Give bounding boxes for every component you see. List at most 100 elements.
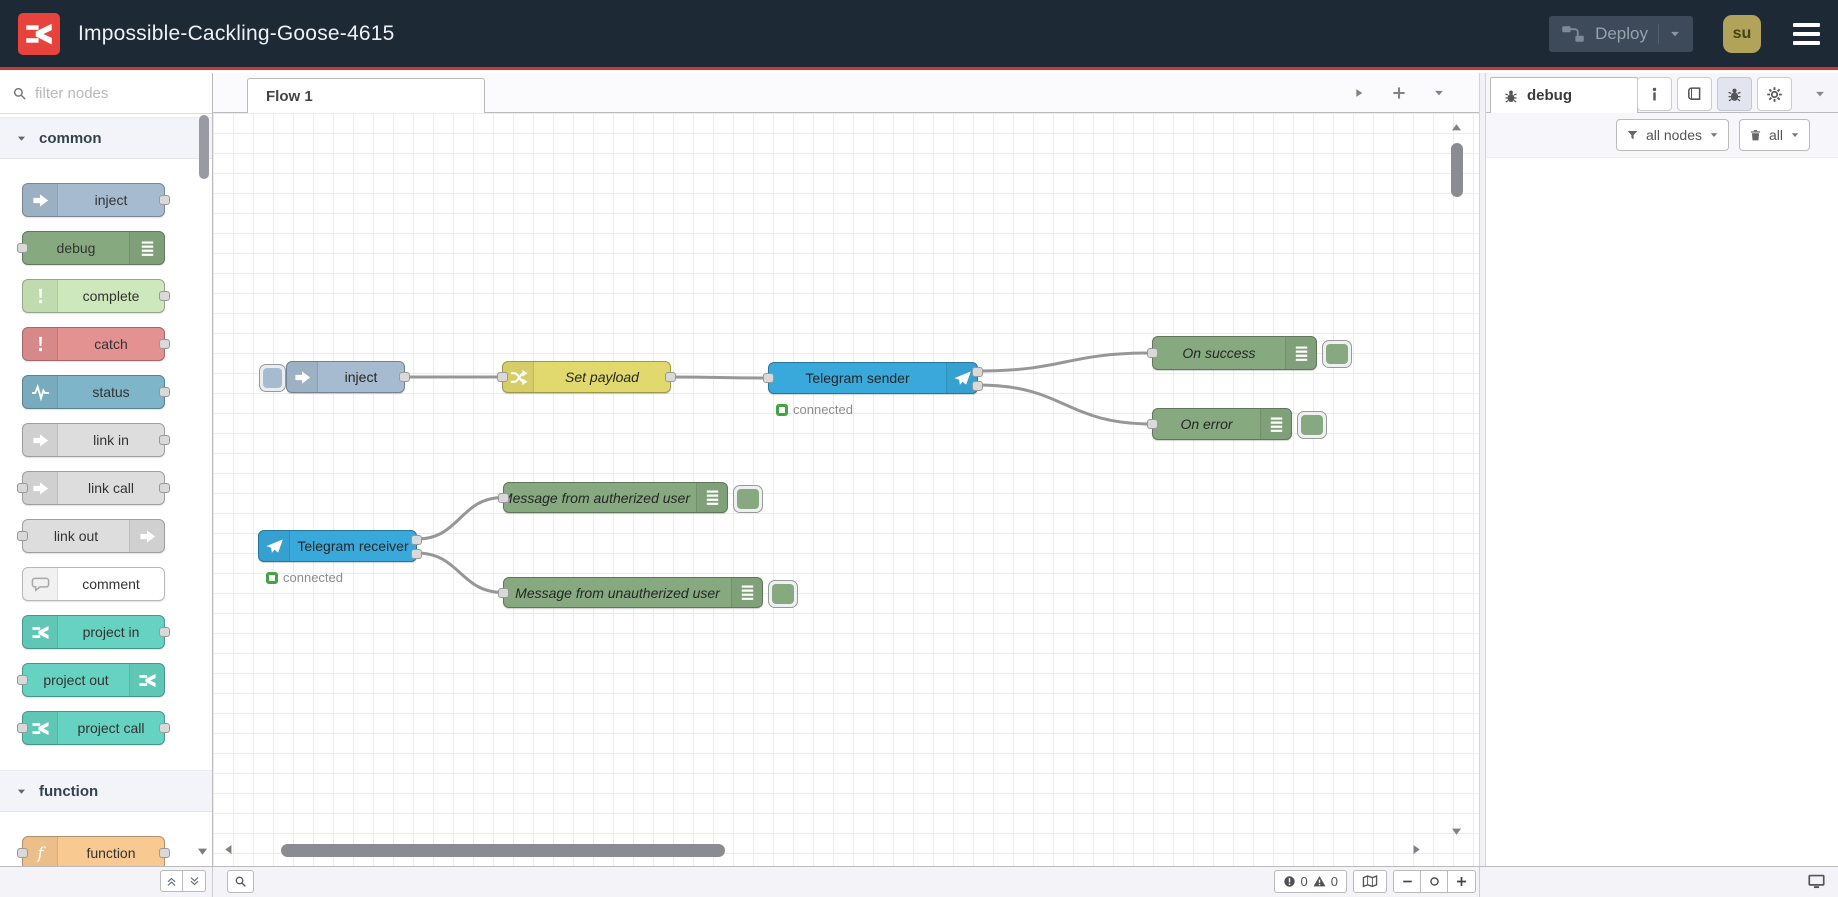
debug-toggle-button[interactable] xyxy=(733,484,763,513)
node-input-port[interactable] xyxy=(497,372,508,382)
palette-node-project-out[interactable]: project out xyxy=(17,663,165,697)
node-output-port[interactable] xyxy=(411,535,422,545)
debug-toggle-button[interactable] xyxy=(768,579,798,608)
palette-node-label: project call xyxy=(77,720,145,736)
wire-set_payload-to-sender[interactable] xyxy=(670,375,769,380)
node-port-out[interactable] xyxy=(159,435,170,445)
palette-collapse-all-button[interactable] xyxy=(160,870,183,892)
node-port-out[interactable] xyxy=(159,483,170,493)
debug-toggle-button[interactable] xyxy=(1322,340,1352,368)
node-output-port[interactable] xyxy=(399,372,410,382)
debug-toggle-button[interactable] xyxy=(1297,411,1327,439)
zoom-in-button[interactable] xyxy=(1448,871,1475,892)
vertical-scrollbar-thumb[interactable] xyxy=(1451,143,1463,197)
palette-node-link-call[interactable]: link call xyxy=(17,471,170,505)
node-port-out[interactable] xyxy=(159,195,170,205)
wire-receiver-to-msg_unauth[interactable] xyxy=(416,551,504,594)
search-icon xyxy=(234,875,247,888)
palette-scroll-down-icon[interactable] xyxy=(196,845,209,858)
node-output-port[interactable] xyxy=(665,372,676,382)
palette-category-function[interactable]: function xyxy=(0,770,212,812)
node-input-port[interactable] xyxy=(498,492,509,503)
flow-node-sender[interactable]: Telegram sender xyxy=(763,362,983,394)
deploy-button[interactable]: Deploy xyxy=(1549,15,1693,52)
horizontal-scroll-left-icon[interactable] xyxy=(222,843,235,856)
wire-receiver-to-msg_auth[interactable] xyxy=(416,496,504,541)
wire-sender-to-on_success[interactable] xyxy=(977,351,1153,373)
debug-clear-dropdown[interactable]: all xyxy=(1738,119,1810,151)
palette-node-link-out[interactable]: link out xyxy=(17,519,165,553)
horizontal-scroll-right-icon[interactable] xyxy=(1410,843,1423,856)
flow-node-on_error[interactable]: On error xyxy=(1147,408,1327,440)
tab-flow-1[interactable]: Flow 1 xyxy=(247,78,485,113)
node-port-in[interactable] xyxy=(17,483,28,493)
vertical-scroll-down-icon[interactable] xyxy=(1450,825,1463,838)
config-nodes-tab-button[interactable] xyxy=(1757,77,1792,111)
deploy-options-caret-icon[interactable] xyxy=(1669,28,1681,40)
vertical-scroll-up-icon[interactable] xyxy=(1450,121,1463,134)
flow-menu-caret-icon[interactable] xyxy=(1433,87,1445,99)
tab-debug[interactable]: debug xyxy=(1490,77,1638,113)
node-output-port[interactable] xyxy=(972,381,983,391)
palette-node-status[interactable]: status xyxy=(22,375,170,409)
debug-tab-button[interactable] xyxy=(1717,77,1752,111)
debug-filter-dropdown[interactable]: all nodes xyxy=(1615,119,1729,151)
node-port-out[interactable] xyxy=(159,291,170,301)
palette-category-common[interactable]: common xyxy=(0,117,212,159)
node-input-port[interactable] xyxy=(763,373,774,383)
workspace[interactable]: inject Set payload Telegram sender connecte… xyxy=(213,113,1479,866)
flow-node-on_success[interactable]: On success xyxy=(1147,336,1352,370)
navigator-button[interactable] xyxy=(1353,870,1387,893)
event-log-button[interactable] xyxy=(1804,870,1828,893)
palette-expand-all-button[interactable] xyxy=(183,870,206,892)
flow-node-inject[interactable]: inject xyxy=(259,361,410,393)
palette-filter[interactable] xyxy=(0,73,212,114)
search-flows-button[interactable] xyxy=(227,870,254,893)
node-output-port[interactable] xyxy=(972,367,983,377)
palette-node-catch[interactable]: catch xyxy=(22,327,170,361)
main-menu-button[interactable] xyxy=(1793,22,1820,45)
help-tab-button[interactable] xyxy=(1677,77,1712,111)
palette-node-debug[interactable]: debug xyxy=(17,231,165,265)
add-flow-button[interactable] xyxy=(1391,85,1407,101)
palette-node-complete[interactable]: complete xyxy=(22,279,170,313)
flow-node-msg_auth[interactable]: Message from autherized user xyxy=(498,482,763,513)
palette-node-link-in[interactable]: link in xyxy=(22,423,170,457)
node-input-port[interactable] xyxy=(1147,348,1158,358)
node-port-out[interactable] xyxy=(159,387,170,397)
palette-node-comment[interactable]: comment xyxy=(22,567,165,601)
notification-counts[interactable]: 0 0 xyxy=(1273,870,1347,893)
user-avatar[interactable]: su xyxy=(1723,14,1761,53)
palette-filter-input[interactable] xyxy=(35,84,175,102)
node-port-out[interactable] xyxy=(159,339,170,349)
flow-node-set_payload[interactable]: Set payload xyxy=(497,361,676,393)
zoom-reset-button[interactable] xyxy=(1421,871,1448,892)
node-port-in[interactable] xyxy=(17,848,28,858)
node-input-port[interactable] xyxy=(1147,419,1158,429)
palette-node-function[interactable]: f function xyxy=(17,836,170,866)
node-port-out[interactable] xyxy=(159,723,170,733)
info-tab-button[interactable] xyxy=(1637,77,1672,111)
flow-list-expand-icon[interactable] xyxy=(1353,87,1365,99)
palette-node-project-in[interactable]: project in xyxy=(22,615,170,649)
node-port-in[interactable] xyxy=(17,243,28,253)
wire-sender-to-on_error[interactable] xyxy=(977,383,1153,426)
palette-scrollbar-thumb[interactable] xyxy=(199,115,209,179)
node-output-port[interactable] xyxy=(411,549,422,559)
node-port-in[interactable] xyxy=(17,675,28,685)
sidebar-menu-caret-icon[interactable] xyxy=(1814,88,1826,100)
palette-node-inject[interactable]: inject xyxy=(22,183,170,217)
inject-trigger-button[interactable] xyxy=(259,364,286,392)
node-input-port[interactable] xyxy=(498,587,509,598)
node-port-out[interactable] xyxy=(159,627,170,637)
node-port-in[interactable] xyxy=(17,531,28,541)
horizontal-scrollbar-thumb[interactable] xyxy=(281,844,725,857)
node-red-logo xyxy=(18,12,60,55)
sidebar-splitter[interactable] xyxy=(1479,73,1486,866)
flow-node-msg_unauth[interactable]: Message from unautherized user xyxy=(498,577,798,608)
flow-node-receiver[interactable]: Telegram receiver xyxy=(258,530,422,562)
zoom-out-button[interactable] xyxy=(1394,871,1421,892)
palette-node-project-call[interactable]: project call xyxy=(17,711,170,745)
node-port-in[interactable] xyxy=(17,723,28,733)
node-port-out[interactable] xyxy=(159,848,170,858)
